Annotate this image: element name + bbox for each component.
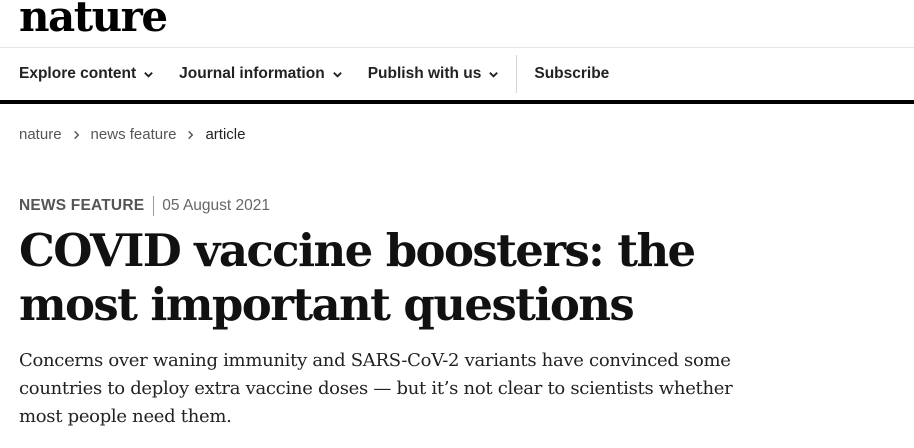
chevron-down-icon bbox=[489, 71, 499, 78]
breadcrumb-item-news-feature[interactable]: news feature bbox=[91, 126, 177, 143]
nav-bottom-rule bbox=[0, 100, 914, 104]
breadcrumb: nature news feature article bbox=[19, 126, 245, 143]
chevron-right-icon bbox=[73, 130, 79, 139]
breadcrumb-item-nature[interactable]: nature bbox=[19, 126, 62, 143]
article-type[interactable]: NEWS FEATURE bbox=[19, 197, 144, 215]
nav-divider bbox=[516, 55, 518, 93]
article-meta: NEWS FEATURE 05 August 2021 bbox=[19, 196, 270, 216]
article-standfirst: Concerns over waning immunity and SARS-C… bbox=[19, 350, 733, 427]
article-title: COVID vaccine boosters: the most importa… bbox=[19, 224, 696, 331]
subscribe-label: Subscribe bbox=[534, 65, 610, 82]
nav-item-label: Journal information bbox=[179, 65, 325, 82]
nav-publish-with-us[interactable]: Publish with us bbox=[368, 48, 500, 100]
meta-separator bbox=[153, 196, 155, 216]
article-date: 05 August 2021 bbox=[162, 197, 270, 214]
nav-item-label: Publish with us bbox=[367, 65, 482, 82]
breadcrumb-item-article: article bbox=[205, 126, 246, 143]
nav-journal-information[interactable]: Journal information bbox=[179, 48, 343, 100]
subscribe-link[interactable]: Subscribe bbox=[534, 48, 609, 100]
nav-explore-content[interactable]: Explore content bbox=[19, 48, 154, 100]
chevron-right-icon bbox=[188, 130, 194, 139]
nav-item-label: Explore content bbox=[19, 65, 137, 82]
site-logo[interactable]: nature bbox=[19, 0, 168, 38]
main-nav: Explore content Journal information Publ… bbox=[0, 48, 914, 100]
chevron-down-icon bbox=[332, 71, 342, 78]
chevron-down-icon bbox=[144, 71, 153, 78]
